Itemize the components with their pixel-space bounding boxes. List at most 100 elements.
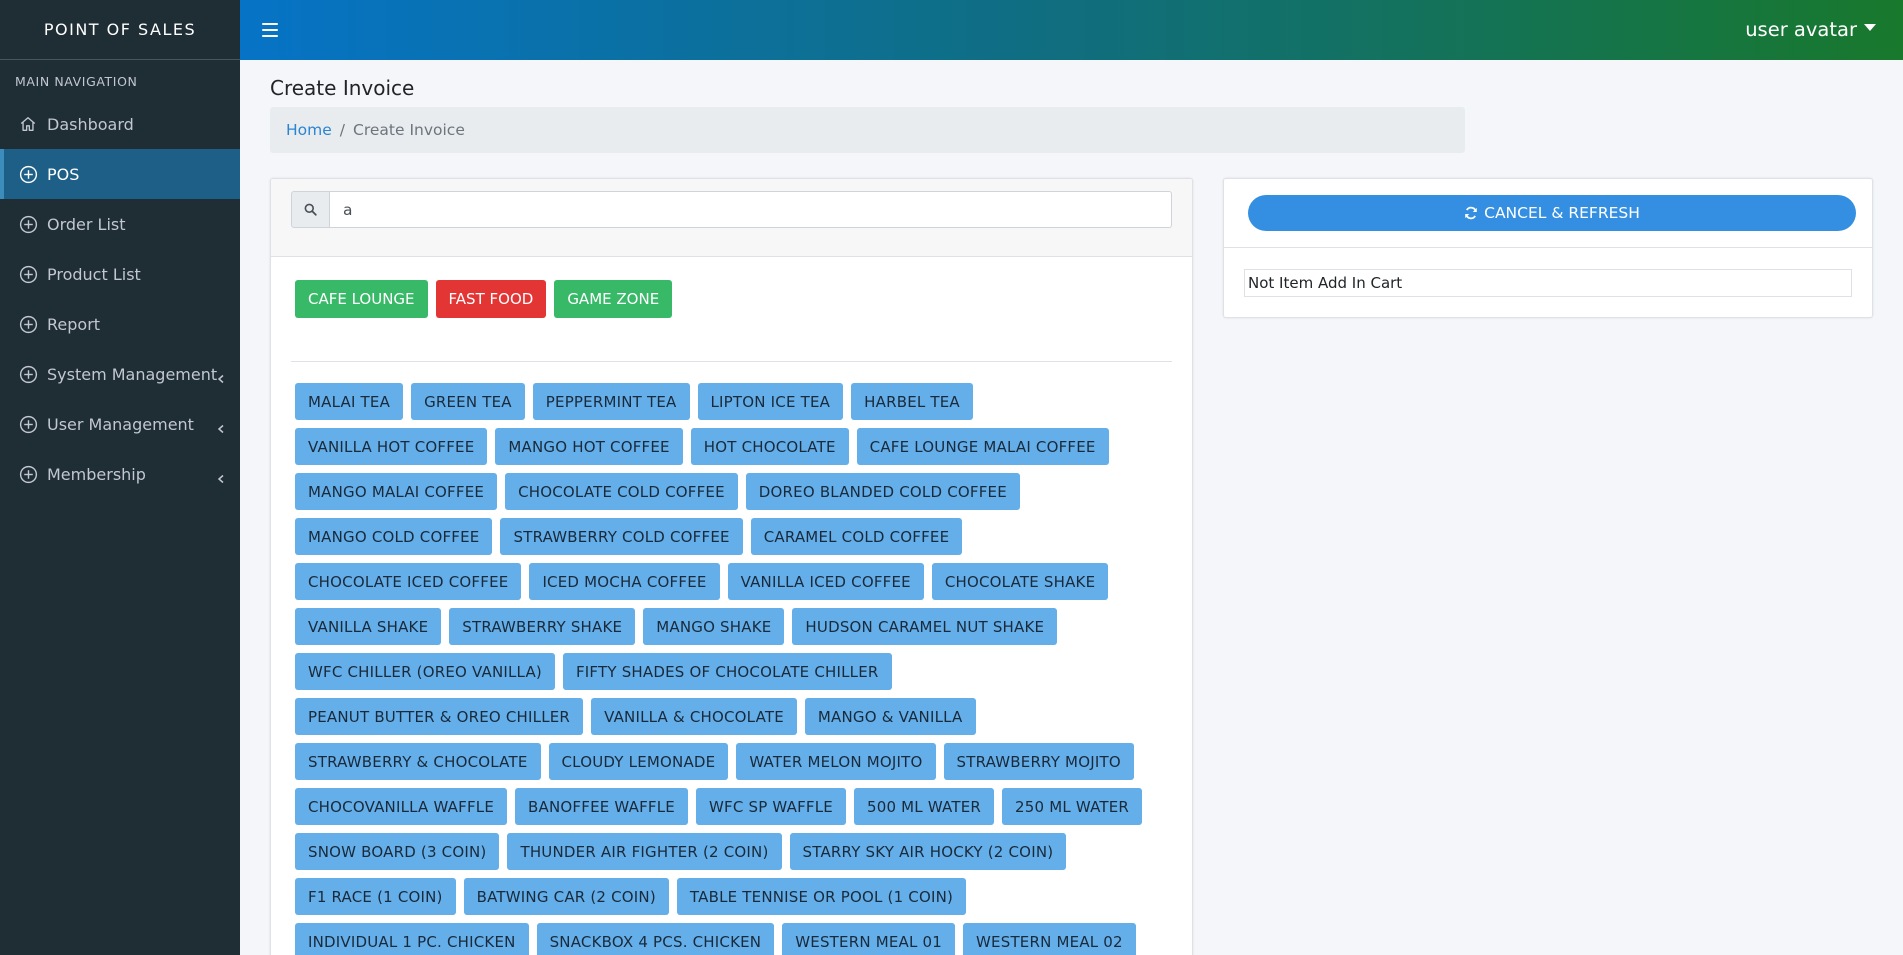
breadcrumb: Home / Create Invoice: [270, 107, 1465, 153]
divider: [291, 361, 1172, 362]
chevron-left-icon: [216, 419, 226, 434]
product-button[interactable]: CLOUDY LEMONADE: [548, 743, 729, 780]
cancel-refresh-button[interactable]: CANCEL & REFRESH: [1248, 195, 1856, 231]
cart-panel: CANCEL & REFRESH Not Item Add In Cart: [1223, 178, 1873, 318]
top-navbar: user avatar: [240, 0, 1903, 60]
product-row: SNOW BOARD (3 COIN) THUNDER AIR FIGHTER (…: [295, 833, 1175, 870]
product-button[interactable]: WESTERN MEAL 01: [782, 923, 956, 955]
product-button[interactable]: PEANUT BUTTER & OREO CHILLER: [295, 698, 584, 735]
sidebar-item-product-list[interactable]: Product List: [0, 249, 240, 299]
chevron-left-icon: [216, 369, 226, 384]
product-button[interactable]: STRAWBERRY SHAKE: [449, 608, 636, 645]
product-button[interactable]: INDIVIDUAL 1 PC. CHICKEN: [295, 923, 529, 955]
product-button[interactable]: MANGO & VANILLA: [804, 698, 976, 735]
product-button[interactable]: MANGO SHAKE: [643, 608, 785, 645]
product-button[interactable]: VANILLA ICED COFFEE: [727, 563, 924, 600]
product-button[interactable]: HOT CHOCOLATE: [690, 428, 849, 465]
divider: [1224, 247, 1872, 248]
product-row: CHOCOVANILLA WAFFLE BANOFFEE WAFFLE WFC SP…: [295, 788, 1175, 825]
plus-circle-icon: [18, 414, 38, 434]
product-button[interactable]: MANGO HOT COFFEE: [495, 428, 683, 465]
product-button[interactable]: LIPTON ICE TEA: [697, 383, 844, 420]
product-button[interactable]: BATWING CAR (2 COIN): [463, 878, 669, 915]
product-button[interactable]: 250 ML WATER: [1002, 788, 1143, 825]
sidebar-item-label: Order List: [47, 214, 126, 234]
category-button-fast-food[interactable]: FAST FOOD: [435, 280, 547, 318]
product-button[interactable]: VANILLA HOT COFFEE: [295, 428, 488, 465]
sidebar-item-system-management[interactable]: System Management: [0, 349, 240, 399]
product-row: VANILLA SHAKE STRAWBERRY SHAKE MANGO SHAKE…: [295, 608, 1175, 645]
product-button[interactable]: TABLE TENNISE OR POOL (1 COIN): [676, 878, 967, 915]
product-row: STRAWBERRY & CHOCOLATE CLOUDY LEMONADE WAT…: [295, 743, 1175, 780]
home-icon: [18, 114, 38, 134]
product-button[interactable]: CHOCOLATE COLD COFFEE: [505, 473, 738, 510]
sidebar-item-label: POS: [47, 164, 80, 184]
product-row: VANILLA HOT COFFEE MANGO HOT COFFEE HOT CH…: [295, 428, 1175, 465]
product-button[interactable]: PEPPERMINT TEA: [532, 383, 690, 420]
product-button[interactable]: BANOFFEE WAFFLE: [515, 788, 688, 825]
sidebar-item-pos[interactable]: POS: [0, 149, 240, 199]
product-panel: CAFE LOUNGEFAST FOODGAME ZONE MALAI TEAG…: [270, 178, 1193, 955]
product-button[interactable]: F1 RACE (1 COIN): [295, 878, 456, 915]
sidebar-item-order-list[interactable]: Order List: [0, 199, 240, 249]
product-button[interactable]: VANILLA & CHOCOLATE: [591, 698, 797, 735]
product-button[interactable]: SNOW BOARD (3 COIN): [295, 833, 500, 870]
product-row: WFC CHILLER (OREO VANILLA) FIFTY SHADES O…: [295, 653, 1175, 690]
sidebar-item-user-management[interactable]: User Management: [0, 399, 240, 449]
product-search-input[interactable]: [330, 191, 1172, 228]
product-button[interactable]: DOREO BLANDED COLD COFFEE: [745, 473, 1020, 510]
caret-down-icon: [1864, 24, 1876, 31]
product-button[interactable]: MALAI TEA: [295, 383, 404, 420]
plus-circle-icon: [18, 364, 38, 384]
product-button[interactable]: CHOCOLATE ICED COFFEE: [295, 563, 522, 600]
product-button[interactable]: WFC SP WAFFLE: [695, 788, 846, 825]
product-button[interactable]: MANGO MALAI COFFEE: [295, 473, 498, 510]
product-button[interactable]: VANILLA SHAKE: [295, 608, 442, 645]
sidebar-item-membership[interactable]: Membership: [0, 449, 240, 499]
product-button[interactable]: 500 ML WATER: [853, 788, 995, 825]
product-button[interactable]: STRAWBERRY & CHOCOLATE: [295, 743, 541, 780]
brand-logo[interactable]: POINT OF SALES: [0, 0, 240, 60]
product-row: MANGO COLD COFFEE STRAWBERRY COLD COFFEE C…: [295, 518, 1175, 555]
product-row: INDIVIDUAL 1 PC. CHICKEN SNACKBOX 4 PCS. …: [295, 923, 1175, 955]
product-button[interactable]: FIFTY SHADES OF CHOCOLATE CHILLER: [562, 653, 892, 690]
sidebar: POINT OF SALES MAIN NAVIGATION Dashboard…: [0, 0, 240, 955]
sidebar-item-report[interactable]: Report: [0, 299, 240, 349]
product-button[interactable]: CAFE LOUNGE MALAI COFFEE: [856, 428, 1109, 465]
product-button[interactable]: WESTERN MEAL 02: [963, 923, 1136, 955]
refresh-icon: [1465, 206, 1477, 220]
product-button[interactable]: CARAMEL COLD COFFEE: [750, 518, 963, 555]
page-title: Create Invoice: [270, 76, 415, 100]
search-icon: [291, 191, 330, 228]
product-button[interactable]: GREEN TEA: [411, 383, 525, 420]
product-button[interactable]: CHOCOLATE SHAKE: [931, 563, 1109, 600]
category-button-game-zone[interactable]: GAME ZONE: [554, 280, 673, 318]
search-group: [291, 191, 1172, 228]
product-button[interactable]: STRAWBERRY COLD COFFEE: [500, 518, 743, 555]
plus-circle-icon: [18, 214, 38, 234]
category-button-cafe-lounge[interactable]: CAFE LOUNGE: [295, 280, 428, 318]
sidebar-item-label: Membership: [47, 464, 146, 484]
breadcrumb-home-link[interactable]: Home: [286, 121, 332, 139]
product-button[interactable]: MANGO COLD COFFEE: [295, 518, 493, 555]
product-button[interactable]: CHOCOVANILLA WAFFLE: [295, 788, 508, 825]
product-button[interactable]: THUNDER AIR FIGHTER (2 COIN): [507, 833, 782, 870]
user-menu-dropdown[interactable]: user avatar: [1745, 18, 1876, 41]
breadcrumb-current: Create Invoice: [353, 121, 465, 139]
product-button[interactable]: WATER MELON MOJITO: [736, 743, 936, 780]
hamburger-menu-icon[interactable]: [262, 23, 278, 37]
product-button[interactable]: STARRY SKY AIR HOCKY (2 COIN): [789, 833, 1067, 870]
cart-empty-message: Not Item Add In Cart: [1244, 269, 1852, 297]
product-button[interactable]: SNACKBOX 4 PCS. CHICKEN: [536, 923, 775, 955]
nav-section-header: MAIN NAVIGATION: [15, 74, 138, 89]
product-button[interactable]: ICED MOCHA COFFEE: [529, 563, 720, 600]
product-button[interactable]: HARBEL TEA: [851, 383, 973, 420]
product-button[interactable]: HUDSON CARAMEL NUT SHAKE: [792, 608, 1058, 645]
product-buttons: MALAI TEA GREEN TEA PEPPERMINT TEA LIPTON I…: [295, 383, 1175, 955]
product-button[interactable]: STRAWBERRY MOJITO: [943, 743, 1134, 780]
product-search-header: [271, 179, 1192, 257]
sidebar-item-dashboard[interactable]: Dashboard: [0, 99, 240, 149]
sidebar-item-label: Dashboard: [47, 114, 134, 134]
product-button[interactable]: WFC CHILLER (OREO VANILLA): [295, 653, 555, 690]
sidebar-item-label: Product List: [47, 264, 141, 284]
